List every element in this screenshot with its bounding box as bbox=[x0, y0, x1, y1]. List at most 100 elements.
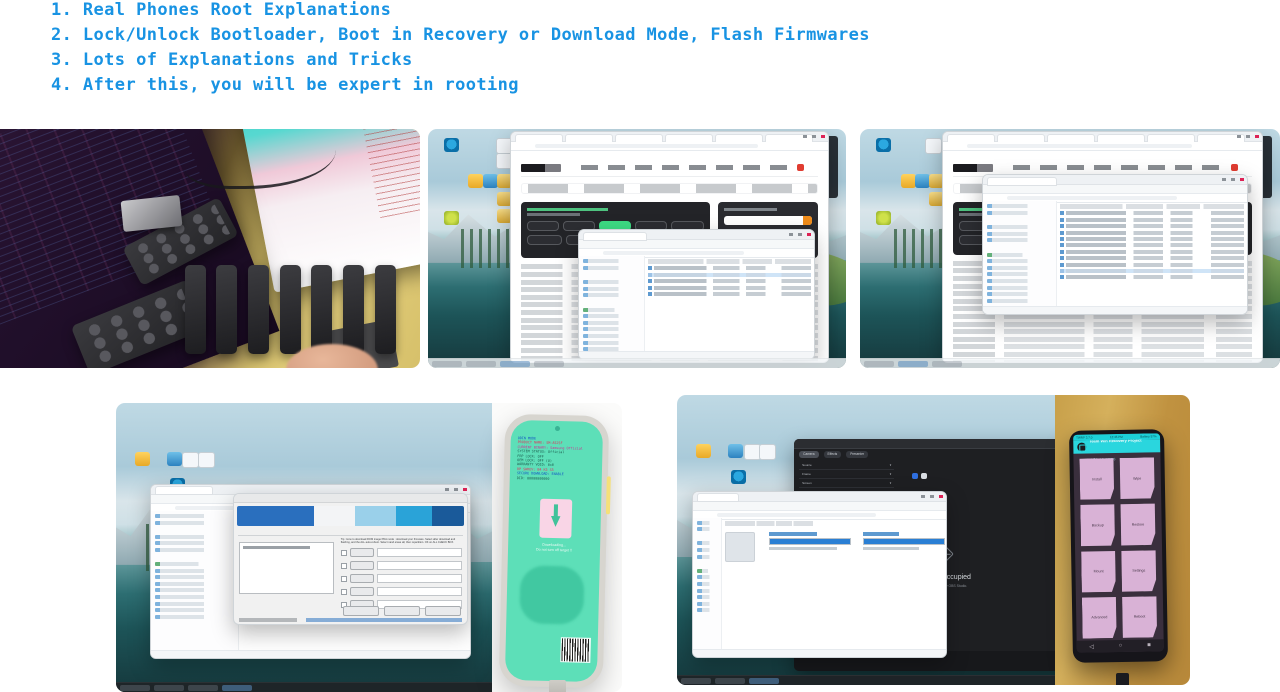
explorer-drive-list[interactable] bbox=[722, 518, 946, 657]
explorer-file-list[interactable] bbox=[1057, 201, 1248, 314]
nav-item[interactable] bbox=[986, 272, 1052, 277]
odin-title-bar[interactable] bbox=[233, 493, 467, 503]
file-row[interactable] bbox=[648, 279, 811, 284]
nav-item[interactable] bbox=[583, 293, 641, 298]
nav-item[interactable] bbox=[154, 541, 234, 546]
browser-address-bar[interactable] bbox=[942, 142, 1263, 152]
nav-item[interactable] bbox=[986, 278, 1052, 283]
browser-title-bar[interactable] bbox=[510, 132, 829, 143]
nav-item[interactable] bbox=[583, 259, 641, 264]
taskbar-item[interactable] bbox=[188, 684, 218, 691]
file-row[interactable] bbox=[1059, 262, 1245, 267]
thumbnail-desk-with-phones-photo[interactable] bbox=[0, 129, 420, 368]
snapshot-button-icon[interactable] bbox=[920, 472, 927, 479]
odin-slot-path[interactable] bbox=[376, 548, 462, 558]
twrp-wipe-button[interactable]: Wipe bbox=[1120, 457, 1155, 499]
checkbox-icon[interactable] bbox=[340, 575, 347, 582]
nav-item[interactable] bbox=[697, 548, 718, 553]
twrp-advanced-button[interactable]: Advanced bbox=[1082, 597, 1117, 639]
taskbar-item-active[interactable] bbox=[898, 360, 928, 367]
nav-item[interactable] bbox=[986, 292, 1052, 297]
desktop-icon-zip-1[interactable] bbox=[743, 444, 761, 461]
firmware-chip[interactable] bbox=[526, 234, 562, 245]
nav-item[interactable] bbox=[154, 534, 234, 539]
nav-item[interactable] bbox=[697, 595, 718, 600]
taskbar-item[interactable] bbox=[715, 677, 745, 684]
checkbox-icon[interactable] bbox=[340, 549, 347, 556]
file-row[interactable] bbox=[648, 291, 811, 296]
nav-item[interactable] bbox=[986, 238, 1052, 243]
nav-item[interactable] bbox=[154, 601, 234, 606]
nav-item[interactable] bbox=[154, 595, 234, 600]
browser-title-bar[interactable] bbox=[942, 132, 1263, 143]
explorer-title-bar[interactable] bbox=[579, 230, 814, 241]
file-explorer-window[interactable] bbox=[692, 490, 948, 658]
table-row[interactable] bbox=[952, 352, 1253, 357]
record-button-icon[interactable] bbox=[911, 472, 918, 479]
nav-item[interactable] bbox=[986, 285, 1052, 290]
nav-item[interactable] bbox=[986, 225, 1052, 230]
table-row[interactable] bbox=[952, 329, 1253, 335]
table-row[interactable] bbox=[952, 321, 1253, 327]
twrp-backup-button[interactable]: Backup bbox=[1080, 504, 1115, 546]
odin-tab-bar[interactable] bbox=[237, 529, 463, 536]
window-controls[interactable] bbox=[445, 487, 468, 491]
file-row-selected[interactable] bbox=[648, 272, 811, 277]
file-explorer-window[interactable] bbox=[578, 229, 815, 361]
obs-panel-row-source[interactable]: Source ▾ bbox=[799, 461, 895, 470]
explorer-tab[interactable] bbox=[986, 176, 1057, 186]
checkbox-icon[interactable] bbox=[340, 562, 347, 569]
nav-item[interactable] bbox=[697, 608, 718, 613]
file-explorer-window[interactable] bbox=[981, 174, 1249, 316]
explorer-toolbar[interactable] bbox=[579, 240, 814, 250]
nav-item[interactable] bbox=[154, 588, 234, 593]
odin-slot-button[interactable] bbox=[349, 561, 374, 571]
desktop-icon-app[interactable] bbox=[728, 444, 744, 459]
site-logo[interactable] bbox=[520, 164, 561, 173]
nav-item[interactable] bbox=[154, 520, 234, 525]
explorer-nav-pane[interactable] bbox=[150, 510, 239, 659]
desktop-icon-zip-2[interactable] bbox=[197, 452, 215, 469]
desktop-icon-recycle[interactable] bbox=[875, 210, 891, 225]
taskbar-item[interactable] bbox=[432, 360, 462, 367]
taskbar-item-active[interactable] bbox=[222, 684, 252, 691]
cart-icon[interactable] bbox=[1231, 164, 1239, 172]
explorer-tab[interactable] bbox=[697, 493, 740, 503]
browser-address-bar[interactable] bbox=[510, 142, 829, 152]
nav-item[interactable] bbox=[697, 588, 718, 593]
taskbar-item[interactable] bbox=[120, 684, 150, 691]
explorer-toolbar[interactable] bbox=[693, 501, 947, 511]
taskbar-item[interactable] bbox=[534, 360, 564, 367]
window-controls[interactable] bbox=[1222, 178, 1245, 182]
cart-icon[interactable] bbox=[797, 164, 805, 172]
nav-item[interactable] bbox=[154, 608, 234, 613]
windows-taskbar[interactable] bbox=[428, 358, 846, 368]
odin-slot-button[interactable] bbox=[349, 548, 374, 558]
window-controls[interactable] bbox=[803, 135, 826, 139]
table-row[interactable] bbox=[952, 344, 1253, 350]
explorer-title-bar[interactable] bbox=[693, 491, 947, 503]
desktop-icon-recycle[interactable] bbox=[443, 210, 459, 225]
nav-item[interactable] bbox=[154, 614, 234, 619]
drive-tile-usb-2[interactable] bbox=[863, 531, 946, 562]
nav-item[interactable] bbox=[986, 252, 1052, 257]
chevron-down-icon[interactable]: ▾ bbox=[890, 472, 892, 476]
nav-item[interactable] bbox=[583, 314, 641, 319]
nav-item[interactable] bbox=[583, 327, 641, 332]
taskbar-item-active[interactable] bbox=[500, 360, 530, 367]
drive-tile-usb-1[interactable] bbox=[769, 531, 852, 562]
explorer-nav-pane[interactable] bbox=[693, 517, 723, 657]
odin-slot-bl[interactable] bbox=[340, 548, 462, 558]
file-row[interactable] bbox=[648, 266, 811, 271]
file-row[interactable] bbox=[648, 285, 811, 290]
windows-taskbar[interactable] bbox=[860, 358, 1280, 368]
nav-item[interactable] bbox=[583, 340, 641, 345]
odin-slot-cp[interactable] bbox=[340, 574, 462, 584]
desktop-icon-edge[interactable] bbox=[443, 138, 459, 153]
file-row[interactable] bbox=[1059, 275, 1245, 280]
nav-item[interactable] bbox=[697, 582, 718, 587]
file-row[interactable] bbox=[1059, 230, 1245, 235]
taskbar-item-active[interactable] bbox=[749, 677, 779, 684]
table-row[interactable] bbox=[952, 336, 1253, 342]
desktop-icon-zip-2[interactable] bbox=[759, 444, 777, 461]
